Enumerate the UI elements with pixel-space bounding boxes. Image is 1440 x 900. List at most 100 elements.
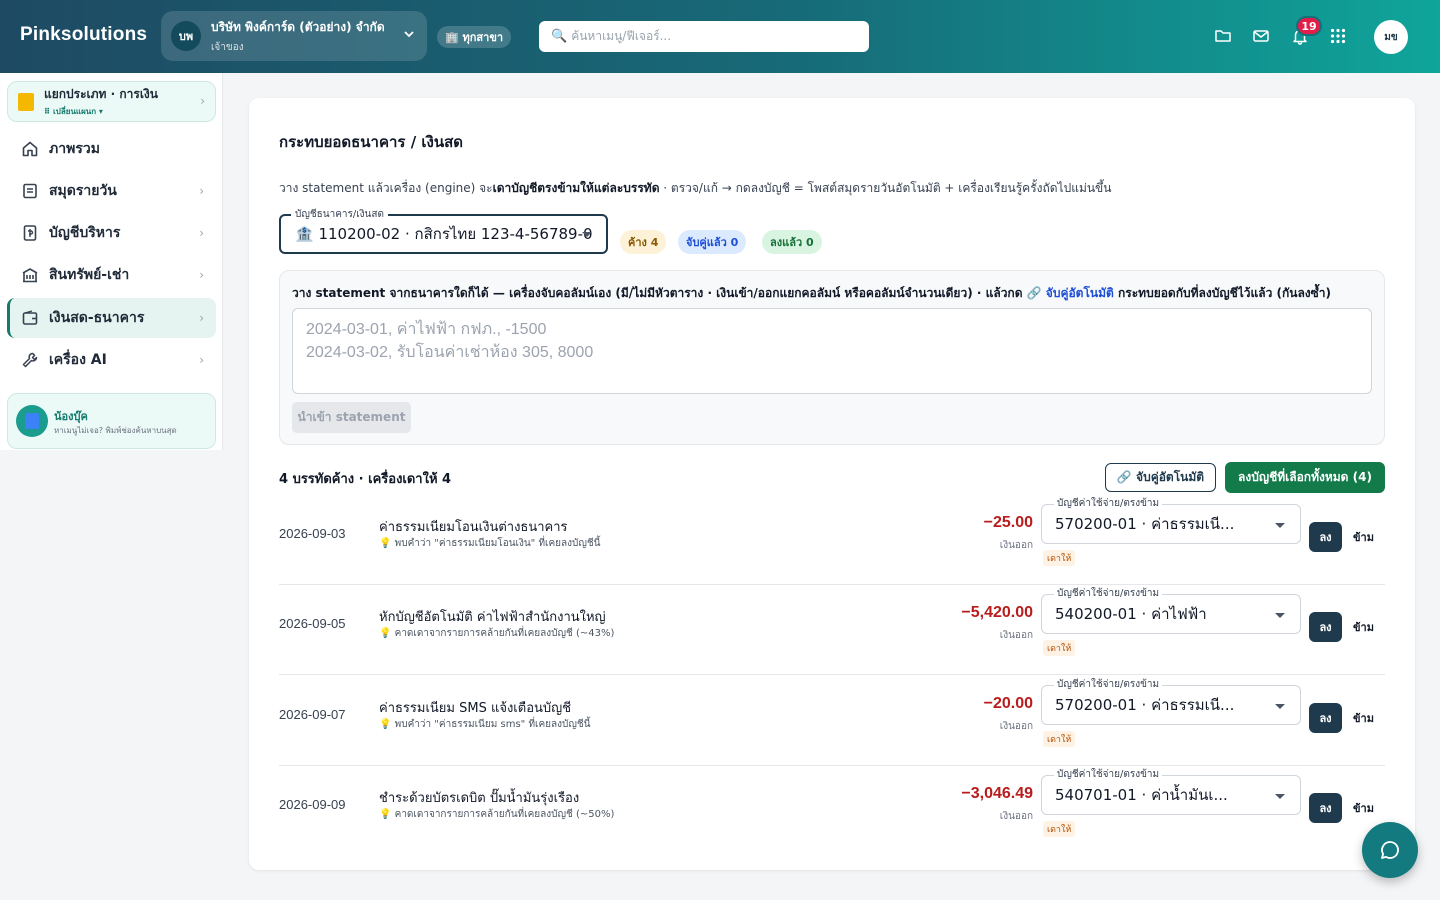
import-statement-button[interactable]: นำเข้า statement [292, 402, 411, 433]
auto-match-button[interactable]: 🔗 จับคู่อัตโนมัติ [1105, 463, 1216, 492]
guessed-tag: เดาให้ [1043, 550, 1076, 566]
caret-down-icon [1275, 613, 1285, 618]
row-amount: −5,420.00 [961, 604, 1033, 621]
page-description: วาง statement แล้วเครื่อง (engine) จะเดา… [279, 179, 1111, 198]
counter-account-value: 540200-01 · ค่าไฟฟ้า [1055, 605, 1207, 623]
import-hint-prefix: วาง statement จากธนาคารใดก็ได้ — เครื่อง… [292, 286, 1027, 300]
caret-down-icon [1275, 523, 1285, 528]
counter-account-label: บัญชีค่าใช้จ่าย/ตรงข้าม [1054, 677, 1163, 692]
row-hint: 💡 พบคำว่า "ค่าธรรมเนียม sms" ที่เคยลงบัญ… [379, 719, 591, 730]
guessed-tag: เดาให้ [1043, 821, 1076, 837]
skip-button[interactable]: ข้าม [1353, 618, 1374, 636]
row-amount: −20.00 [983, 695, 1033, 712]
chat-button[interactable] [1362, 822, 1418, 878]
bank-account-label: บัญชีธนาคาร/เงินสด [291, 207, 388, 222]
company-role: เจ้าของ [211, 41, 244, 53]
row-date: 2026-09-03 [279, 526, 346, 541]
caret-down-icon [1275, 794, 1285, 799]
row-description: ชำระด้วยบัตรเดบิต ปั๊มน้ำมันรุ่งเรือง [379, 791, 580, 806]
row-description: ค่าธรรมเนียมโอนเงินต่างธนาคาร [379, 520, 568, 535]
statement-textarea[interactable]: 2024-03-01, ค่าไฟฟ้า กฟภ., -1500 2024-03-… [292, 308, 1372, 394]
sidebar: แยกประเภท · การเงิน ⠿ เปลี่ยนแผนก ▾ › ภา… [0, 73, 223, 450]
chat-bubble-icon [1381, 841, 1399, 859]
sidebar-item-cash-bank[interactable]: เงินสด-ธนาคาร › [7, 298, 216, 338]
chevron-right-icon: › [199, 353, 204, 367]
building-icon [21, 266, 39, 284]
import-hint-link: 🔗 จับคู่อัตโนมัติ [1026, 286, 1114, 300]
search-input[interactable]: 🔍 ค้นหาเมนู/ฟีเจอร์... [539, 21, 869, 52]
reconciliation-card: กระทบยอดธนาคาร / เงินสด วาง statement แล… [249, 98, 1415, 870]
row-description: หักบัญชีอัตโนมัติ ค่าไฟฟ้าสำนักงานใหญ่ [379, 610, 606, 625]
sidebar-item-label: เครื่อง AI [49, 352, 107, 368]
statement-placeholder: 2024-03-01, ค่าไฟฟ้า กฟภ., -1500 2024-03-… [306, 318, 1358, 364]
sidebar-item-management-accounts[interactable]: บัญชีบริหาร › [7, 213, 216, 253]
row-direction: เงินออก [999, 811, 1033, 822]
row-direction: เงินออก [999, 540, 1033, 551]
company-name: บริษัท พิงค์การ์ด (ตัวอย่าง) จำกัด [211, 19, 385, 34]
ledger-icon [21, 224, 39, 242]
book-icon [16, 405, 48, 437]
wallet-icon [21, 309, 39, 327]
search-placeholder: ค้นหาเมนู/ฟีเจอร์... [571, 29, 672, 43]
post-all-selected-button[interactable]: ลงบัญชีที่เลือกทั้งหมด (4) [1225, 462, 1385, 493]
notification-badge: 19 [1296, 16, 1322, 36]
pending-list-heading: 4 บรรทัดค้าง · เครื่องเดาให้ 4 [279, 472, 452, 487]
page-title: กระทบยอดธนาคาร / เงินสด [279, 133, 464, 151]
post-button[interactable]: ลง [1309, 522, 1342, 552]
chevron-right-icon: › [199, 311, 204, 325]
row-hint: 💡 พบคำว่า "ค่าธรรมเนียมโอนเงิน" ที่เคยลง… [379, 538, 601, 549]
transaction-row: 2026-09-07 ค่าธรรมเนียม SMS แจ้งเตือนบัญช… [279, 676, 1385, 766]
company-switcher[interactable]: บพ บริษัท พิงค์การ์ด (ตัวอย่าง) จำกัด เจ… [161, 11, 427, 61]
import-instructions: วาง statement จากธนาคารใดก็ได้ — เครื่อง… [292, 284, 1331, 303]
caret-down-icon [582, 232, 592, 237]
journal-icon [21, 182, 39, 200]
guessed-tag: เดาให้ [1043, 731, 1076, 747]
assistant-helper[interactable]: น้องบุ๊ค หาเมนูไม่เจอ? พิมพ์ช่องค้นหาบนส… [7, 393, 216, 449]
row-amount: −3,046.49 [961, 785, 1033, 802]
placeholder-line: 2024-03-02, รับโอนค่าเช่าห้อง 305, 8000 [306, 344, 594, 361]
row-hint: 💡 คาดเดาจากรายการคล้ายกันที่เคยลงบัญชี (… [379, 628, 615, 639]
counter-account-label: บัญชีค่าใช้จ่าย/ตรงข้าม [1054, 586, 1163, 601]
sidebar-item-overview[interactable]: ภาพรวม [7, 129, 216, 169]
tools-icon [21, 351, 39, 369]
post-button[interactable]: ลง [1309, 793, 1342, 823]
branch-selector[interactable]: 🏢 ทุกสาขา [437, 26, 512, 48]
apps-grid-icon[interactable] [1328, 26, 1348, 46]
statement-import-panel: วาง statement จากธนาคารใดก็ได้ — เครื่อง… [279, 270, 1385, 445]
brand-logo[interactable]: Pinksolutions [20, 24, 147, 46]
counter-account-value: 570200-01 · ค่าธรรมเนี... [1055, 696, 1235, 714]
placeholder-line: 2024-03-01, ค่าไฟฟ้า กฟภ., -1500 [306, 321, 547, 338]
row-date: 2026-09-09 [279, 797, 346, 812]
chevron-right-icon: › [200, 94, 205, 108]
bank-account-select[interactable]: บัญชีธนาคาร/เงินสด 🏦 110200-02 · กสิกรไท… [279, 207, 608, 254]
sidebar-item-label: สินทรัพย์-เช่า [49, 267, 130, 283]
skip-button[interactable]: ข้าม [1353, 528, 1374, 546]
company-avatar: บพ [171, 21, 201, 51]
skip-button[interactable]: ข้าม [1353, 799, 1374, 817]
transaction-row: 2026-09-09 ชำระด้วยบัตรเดบิต ปั๊มน้ำมันรุ… [279, 766, 1385, 856]
mail-icon[interactable] [1251, 26, 1271, 46]
chevron-down-icon [404, 31, 414, 38]
folder-icon[interactable] [1213, 26, 1233, 46]
module-switcher[interactable]: แยกประเภท · การเงิน ⠿ เปลี่ยนแผนก ▾ › [7, 81, 216, 122]
sidebar-item-label: เงินสด-ธนาคาร [49, 310, 145, 326]
user-avatar[interactable]: มข [1374, 20, 1408, 54]
row-hint: 💡 คาดเดาจากรายการคล้ายกันที่เคยลงบัญชี (… [379, 809, 615, 820]
helper-subtitle: หาเมนูไม่เจอ? พิมพ์ช่องค้นหาบนสุด [54, 425, 177, 435]
sidebar-item-journal[interactable]: สมุดรายวัน › [7, 171, 216, 211]
counter-account-value: 540701-01 · ค่าน้ำมันเ... [1055, 786, 1228, 804]
chevron-right-icon: › [199, 184, 204, 198]
pending-count-badge: ค้าง 4 [620, 230, 667, 254]
post-button[interactable]: ลง [1309, 703, 1342, 733]
desc-suffix: · ตรวจ/แก้ → กดลงบัญชี = โพสต์สมุดรายวัน… [659, 181, 1112, 195]
row-description: ค่าธรรมเนียม SMS แจ้งเตือนบัญชี [379, 701, 572, 716]
home-icon [21, 140, 39, 158]
sidebar-item-label: สมุดรายวัน [49, 183, 117, 199]
module-title: แยกประเภท · การเงิน [44, 87, 158, 101]
counter-account-value: 570200-01 · ค่าธรรมเนี... [1055, 515, 1235, 533]
sidebar-item-assets-lease[interactable]: สินทรัพย์-เช่า › [7, 255, 216, 295]
search-icon: 🔍 [551, 29, 568, 44]
sidebar-item-ai-tools[interactable]: เครื่อง AI › [7, 340, 216, 380]
skip-button[interactable]: ข้าม [1353, 709, 1374, 727]
post-button[interactable]: ลง [1309, 612, 1342, 642]
